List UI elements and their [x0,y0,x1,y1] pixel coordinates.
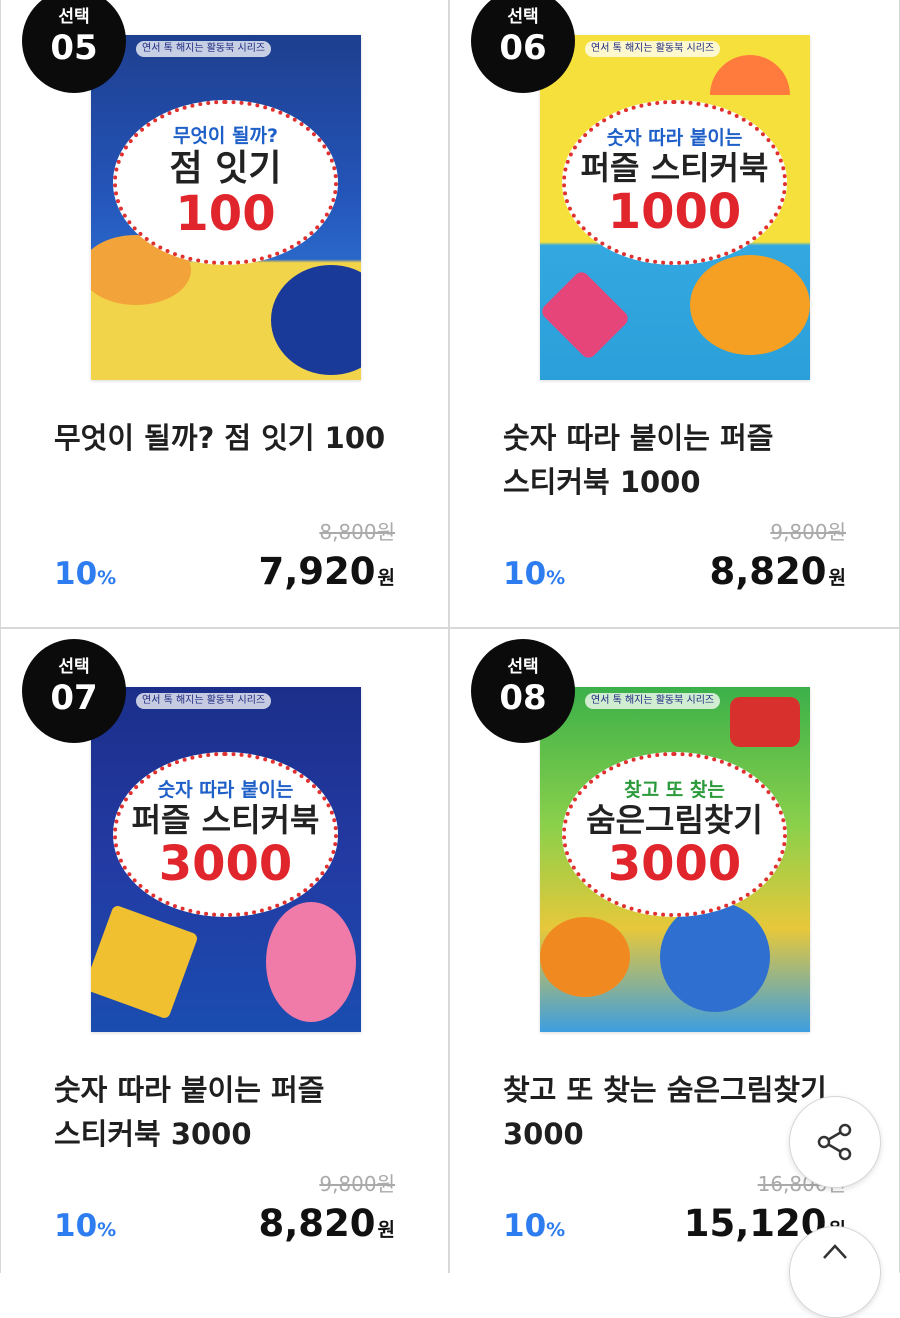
book-cover-image[interactable]: 연서 톡 해지는 활동북 시리즈 찾고 또 찾는 숨은그림찾기 3000 [540,687,810,1032]
original-price: 9,800원 [319,1172,395,1196]
currency-unit: 원 [377,1219,395,1241]
cover-small-text: 무엇이 될까? [172,124,279,147]
sale-price-value: 8,820 [709,550,827,593]
cover-number-text: 3000 [158,835,293,892]
original-price: 9,800원 [770,520,846,544]
badge-number: 05 [50,28,98,68]
product-title[interactable]: 숫자 따라 붙이는 퍼즐 스티커북 1000 [503,416,848,504]
badge-label: 선택 [507,657,539,677]
cover-small-text: 숫자 따라 붙이는 [606,126,743,149]
cover-number-text: 1000 [607,183,742,240]
book-cover-image[interactable]: 연서 톡 해지는 활동북 시리즈 숫자 따라 붙이는 퍼즐 스티커북 1000 [540,35,810,380]
cover-main-text: 퍼즐 스티커북 [131,800,320,839]
sale-price-value: 7,920 [258,550,376,593]
cover-title-oval: 무엇이 될까? 점 잇기 100 [113,100,338,265]
selection-badge: 선택 07 [22,639,126,743]
share-icon [817,1123,852,1161]
product-title-line: 3000 [503,1117,584,1151]
series-tag: 연서 톡 해지는 활동북 시리즈 [136,693,272,709]
discount-value: 10 [503,556,547,592]
cover-number-text: 100 [175,185,276,242]
book-cover-image[interactable]: 연서 톡 해지는 활동북 시리즈 무엇이 될까? 점 잇기 100 [91,35,361,380]
sale-price-value: 8,820 [258,1202,376,1245]
product-card[interactable]: 연서 톡 해지는 활동북 시리즈 숫자 따라 붙이는 퍼즐 스티커북 1000 … [450,0,900,629]
share-button[interactable] [789,1096,881,1188]
discount-rate: 10% [503,1208,565,1244]
cover-main-text: 퍼즐 스티커북 [580,148,769,187]
cover-number-text: 3000 [607,835,742,892]
currency-unit: 원 [377,567,395,589]
selection-badge: 선택 08 [471,639,575,743]
discount-rate: 10% [54,556,116,592]
discount-value: 10 [54,556,98,592]
product-title-line: 찾고 또 찾는 숨은그림찾기 [503,1073,827,1107]
badge-number: 06 [499,28,547,68]
cover-small-text: 숫자 따라 붙이는 [157,778,294,801]
product-title-line: 무엇이 될까? 점 잇기 100 [54,421,386,455]
scroll-to-top-button[interactable] [789,1226,881,1318]
discount-unit: % [97,1219,117,1241]
currency-unit: 원 [828,567,846,589]
product-card[interactable]: 연서 톡 해지는 활동북 시리즈 숫자 따라 붙이는 퍼즐 스티커북 3000 … [0,629,450,1273]
discount-unit: % [97,567,117,589]
discount-rate: 10% [54,1208,116,1244]
product-title-line: 스티커북 3000 [54,1117,252,1151]
discount-rate: 10% [503,556,565,592]
badge-number: 08 [499,678,547,718]
book-cover-image[interactable]: 연서 톡 해지는 활동북 시리즈 숫자 따라 붙이는 퍼즐 스티커북 3000 [91,687,361,1032]
sale-price: 8,820 원 [709,550,846,593]
series-tag: 연서 톡 해지는 활동북 시리즈 [136,41,272,57]
product-title[interactable]: 숫자 따라 붙이는 퍼즐 스티커북 3000 [54,1068,399,1156]
badge-label: 선택 [58,7,90,27]
product-title-line: 숫자 따라 붙이는 퍼즐 [54,1073,325,1107]
badge-number: 07 [50,678,98,718]
arrow-up-icon [823,1244,847,1259]
product-card[interactable]: 연서 톡 해지는 활동북 시리즈 무엇이 될까? 점 잇기 100 선택 05 … [0,0,450,629]
product-title-line: 숫자 따라 붙이는 퍼즐 [503,421,774,455]
discount-unit: % [546,567,566,589]
sale-price: 8,820 원 [258,1202,395,1245]
discount-unit: % [546,1219,566,1241]
original-price: 8,800원 [319,520,395,544]
series-tag: 연서 톡 해지는 활동북 시리즈 [585,693,721,709]
cover-title-oval: 숫자 따라 붙이는 퍼즐 스티커북 3000 [113,752,338,917]
discount-value: 10 [54,1208,98,1244]
product-grid: 연서 톡 해지는 활동북 시리즈 무엇이 될까? 점 잇기 100 선택 05 … [0,0,900,1273]
badge-label: 선택 [58,657,90,677]
product-title-line: 스티커북 1000 [503,465,701,499]
series-tag: 연서 톡 해지는 활동북 시리즈 [585,41,721,57]
cover-main-text: 숨은그림찾기 [586,800,763,839]
badge-label: 선택 [507,7,539,27]
cover-small-text: 찾고 또 찾는 [624,778,725,801]
discount-value: 10 [503,1208,547,1244]
cover-main-text: 점 잇기 [169,147,282,189]
product-title[interactable]: 무엇이 될까? 점 잇기 100 [54,416,399,460]
sale-price: 7,920 원 [258,550,395,593]
cover-title-oval: 찾고 또 찾는 숨은그림찾기 3000 [562,752,787,917]
cover-title-oval: 숫자 따라 붙이는 퍼즐 스티커북 1000 [562,100,787,265]
